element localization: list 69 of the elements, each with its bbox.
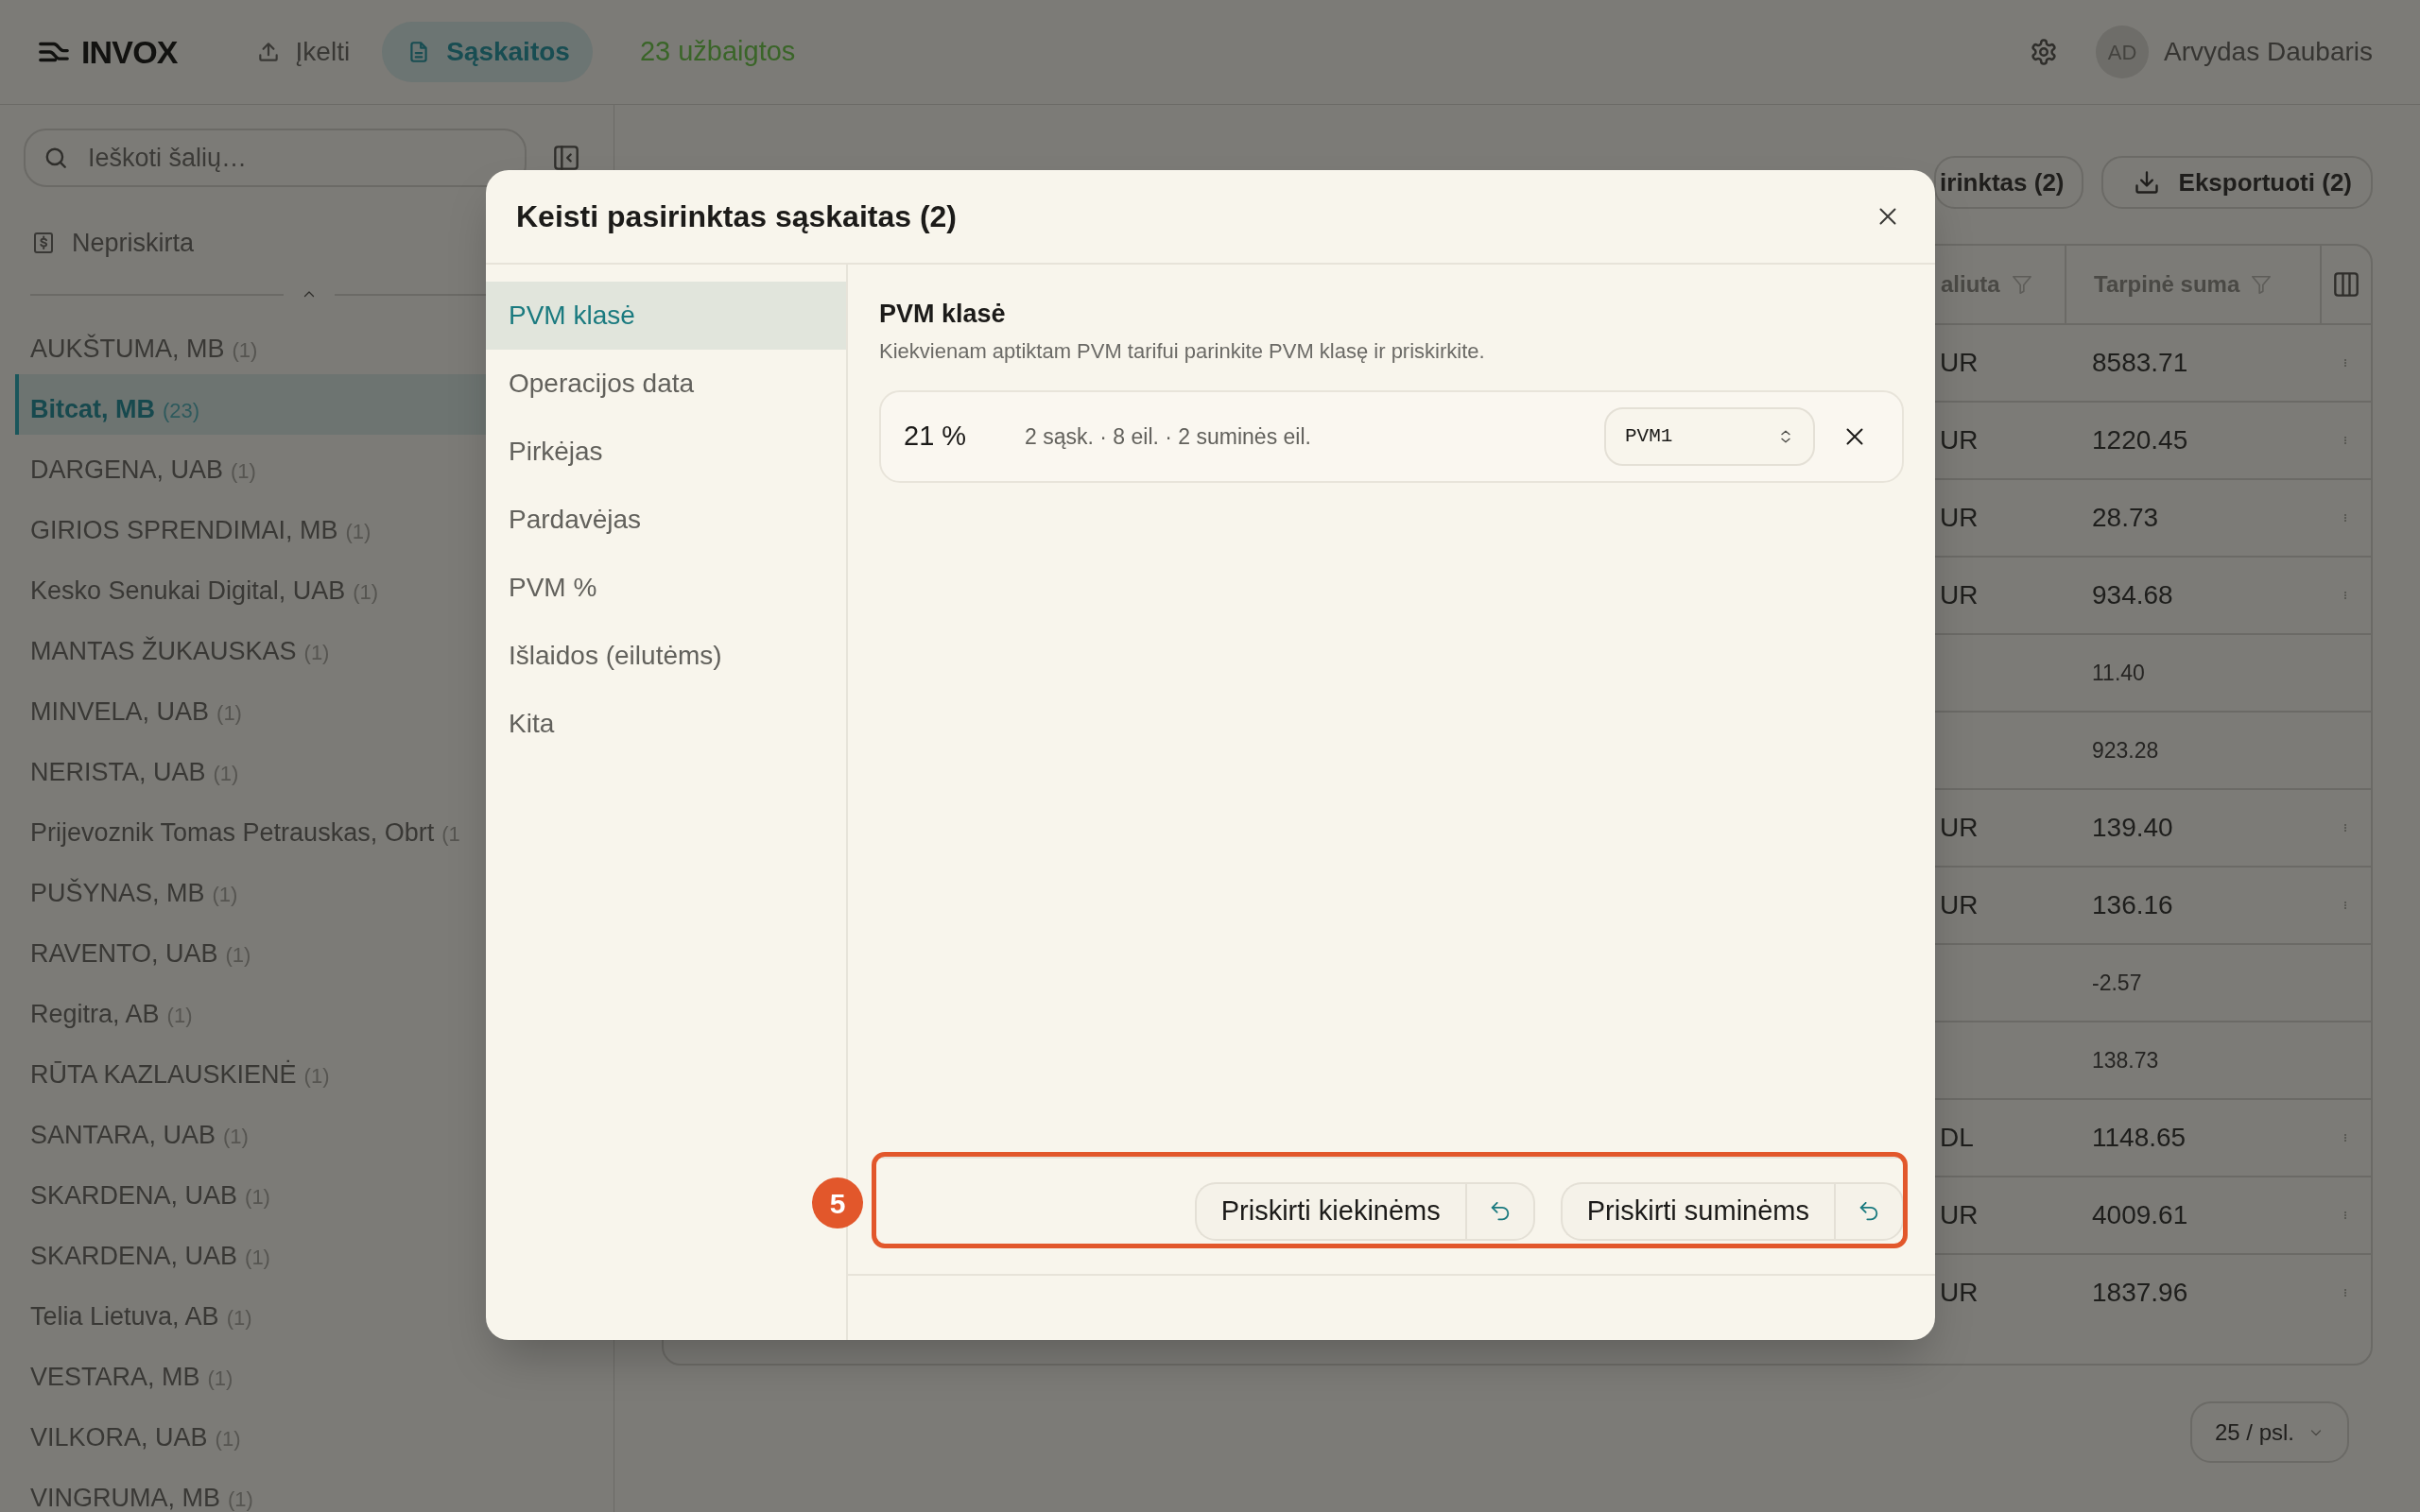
undo-button[interactable] <box>1834 1182 1904 1241</box>
sidebar-collapse-icon <box>553 145 579 171</box>
amount-cell-text: 139.40 <box>2092 812 2173 844</box>
amount-cell-text: 11.40 <box>2092 659 2145 687</box>
filter-icon[interactable] <box>2251 274 2273 295</box>
columns-button[interactable] <box>2333 271 2360 298</box>
item-count: (23) <box>163 397 200 424</box>
logo-text: INVOX <box>81 32 178 72</box>
amount-cell-text: 4009.61 <box>2092 1199 2188 1231</box>
dialog-nav-item[interactable]: PVM klasė <box>486 282 846 350</box>
remove-rate-button[interactable] <box>1845 427 1864 446</box>
dollar-receipt-icon <box>32 231 55 256</box>
toolbar-button[interactable]: irinktas (2) <box>1934 156 2083 209</box>
amount-cell-text: 1837.96 <box>2092 1277 2188 1309</box>
amount-cell-text: 138.73 <box>2092 1046 2159 1074</box>
dialog-nav-item[interactable]: Operacijos data <box>486 350 846 418</box>
vat-class-select[interactable]: PVM1 <box>1604 407 1815 466</box>
dialog-nav-item[interactable]: Pardavėjas <box>486 486 846 554</box>
search-field[interactable]: Ieškoti šalių… <box>24 129 527 187</box>
currency-cell-text: UR <box>1940 502 1979 534</box>
toolbar-button[interactable]: Eksportuoti (2) <box>2100 156 2373 209</box>
settings-icon <box>2030 38 2058 66</box>
amount-cell-text: 8583.71 <box>2092 347 2188 379</box>
page-size-select[interactable]: 25 / psl. <box>2190 1401 2349 1463</box>
step-badge: 5 <box>812 1177 863 1228</box>
assign-button[interactable]: Priskirti suminėms <box>1560 1182 1834 1241</box>
nav-tab[interactable]: Sąskaitos <box>382 22 593 82</box>
rate-summary: 2 sąsk. · 8 eil. · 2 suminės eil. <box>1025 422 1311 451</box>
undo-button[interactable] <box>1464 1182 1535 1241</box>
assign-button[interactable]: Priskirti kiekinėms <box>1194 1182 1465 1241</box>
settings-button[interactable] <box>2030 38 2058 66</box>
unassigned-filter[interactable]: Nepriskirta <box>32 224 195 263</box>
download-icon <box>2133 169 2160 196</box>
vat-rate: 21 % <box>904 420 968 454</box>
amount-cell-text: 1148.65 <box>2092 1122 2187 1154</box>
currency-cell-text: UR <box>1940 579 1979 611</box>
currency-cell-text: DL <box>1940 1122 1974 1154</box>
collapse-sidebar-button[interactable] <box>553 145 579 171</box>
dialog-nav-item[interactable]: Pirkėjas <box>486 418 846 486</box>
amount-cell-text: 934.68 <box>2092 579 2173 611</box>
amount-cell-text: 136.16 <box>2092 889 2173 921</box>
currency-cell-text: UR <box>1940 1277 1979 1309</box>
columns-icon <box>2333 271 2360 298</box>
amount-cell-text: 923.28 <box>2092 736 2159 765</box>
user-name: Arvydas Daubaris <box>2164 36 2373 68</box>
currency-cell-text: UR <box>1940 812 1979 844</box>
dialog-nav-item[interactable]: Kita <box>486 690 846 758</box>
dialog-nav-item[interactable]: Išlaidos (eilutėms) <box>486 622 846 690</box>
section-title: PVM klasė <box>879 299 1007 329</box>
completed-status: 23 užbaigtos <box>639 35 796 69</box>
currency-cell-text: UR <box>1940 424 1979 456</box>
currency-cell-text: UR <box>1940 1199 1979 1231</box>
currency-cell-text: UR <box>1940 889 1979 921</box>
undo-icon <box>1489 1202 1511 1221</box>
close-button[interactable] <box>1878 207 1897 226</box>
dialog-nav-item[interactable]: PVM % <box>486 554 846 622</box>
amount-cell-text: 28.73 <box>2092 502 2159 534</box>
currency-cell-text: UR <box>1940 347 1979 379</box>
close-icon <box>1845 427 1864 446</box>
section-description: Kiekvienam aptiktam PVM tarifui parinkite PVM klasę ir priskirkite. <box>879 338 1486 365</box>
amount-cell-text: 1220.45 <box>2092 424 2188 456</box>
close-icon <box>1878 207 1897 226</box>
party-list-item[interactable]: Bitcat, MB (23) <box>15 373 486 435</box>
dialog-title: Keisti pasirinktas sąskaitas (2) <box>516 198 957 235</box>
filter-icon[interactable] <box>2011 274 2032 295</box>
search-icon <box>43 146 68 170</box>
undo-icon <box>1858 1202 1879 1221</box>
nav-tab[interactable]: Įkelti <box>231 22 373 82</box>
amount-cell-text: -2.57 <box>2092 969 2142 997</box>
